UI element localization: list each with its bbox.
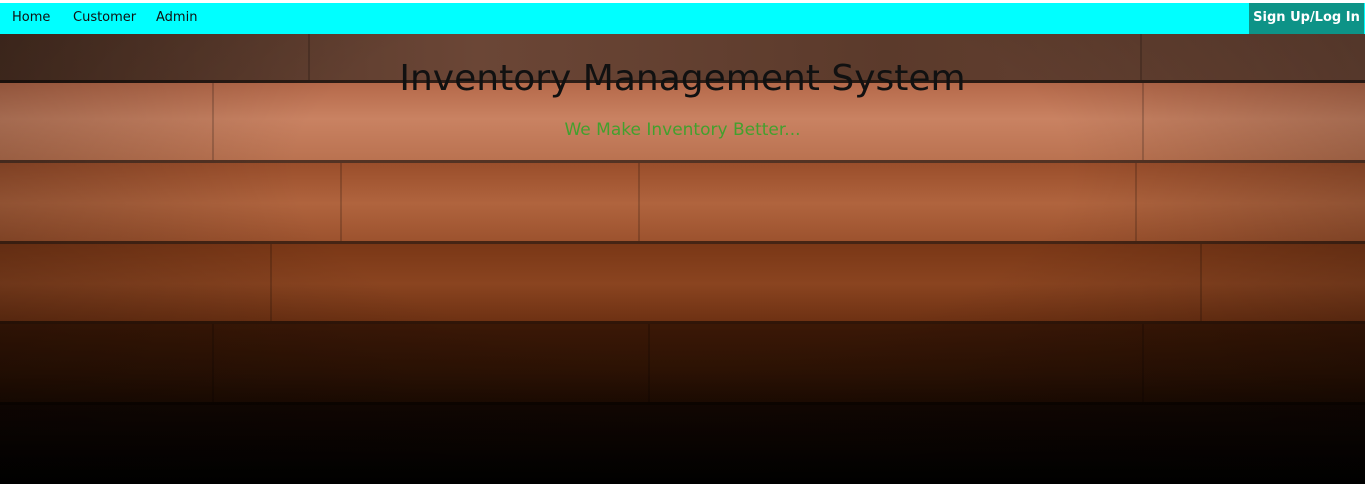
navbar: Home Customer Admin Sign Up/Log In <box>0 3 1365 34</box>
wood-plank <box>0 324 1365 405</box>
page-title: Inventory Management System <box>399 58 966 99</box>
wood-plank <box>0 405 1365 484</box>
signup-login-button[interactable]: Sign Up/Log In <box>1249 3 1364 34</box>
page-subtitle: We Make Inventory Better... <box>564 120 801 140</box>
nav-customer-link[interactable]: Customer <box>73 3 136 34</box>
nav-admin-link[interactable]: Admin <box>156 3 197 34</box>
wood-plank <box>0 163 1365 244</box>
wood-plank <box>0 244 1365 324</box>
nav-home-link[interactable]: Home <box>12 3 50 34</box>
hero-banner: Inventory Management System We Make Inve… <box>0 34 1365 484</box>
